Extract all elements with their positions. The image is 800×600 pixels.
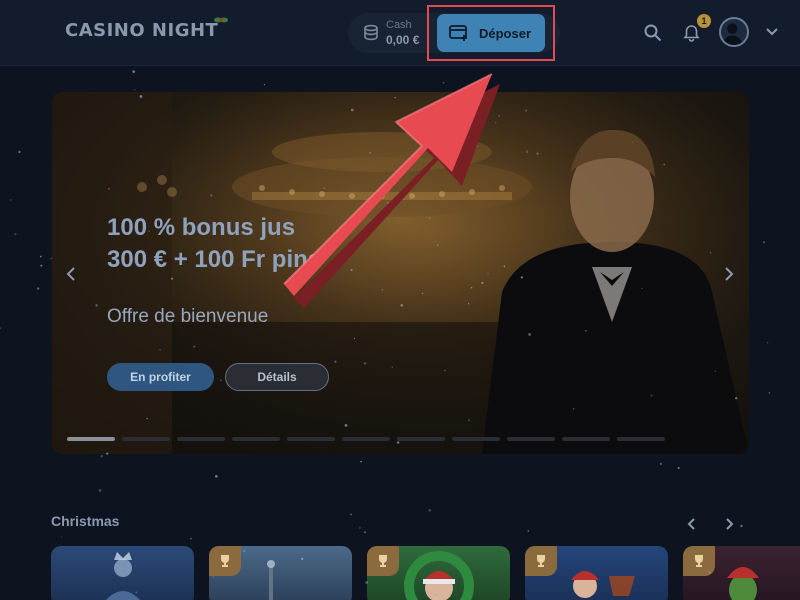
carousel-next-arrow[interactable] (724, 266, 734, 282)
snow-speck (768, 392, 771, 394)
carousel-indicators (67, 437, 727, 441)
trophy-badge (209, 546, 241, 576)
carousel-dot[interactable] (562, 437, 610, 441)
deposit-label: Déposer (479, 25, 532, 41)
game-card-row (0, 546, 800, 600)
carousel-dot[interactable] (122, 437, 170, 441)
carousel-dot[interactable] (67, 437, 115, 441)
snow-speck (263, 83, 266, 86)
annotation-arrow-icon (283, 73, 500, 308)
snow-speck (428, 509, 431, 512)
trophy-badge (525, 546, 557, 576)
carousel-dot[interactable] (177, 437, 225, 441)
chevron-down-icon[interactable] (766, 27, 778, 37)
claim-offer-button[interactable]: En profiter (107, 363, 214, 391)
carousel-dot[interactable] (287, 437, 335, 441)
snow-speck (40, 264, 43, 267)
snow-speck (0, 327, 2, 330)
game-thumbnail (105, 552, 141, 600)
casino-night-logo[interactable]: CASINO NIGHT (65, 17, 229, 41)
section-prev-arrow[interactable] (687, 518, 697, 530)
carousel-dot[interactable] (232, 437, 280, 441)
snow-speck (763, 241, 766, 244)
carousel-prev-arrow[interactable] (66, 266, 76, 282)
hero-subtitle: Offre de bienvenue (107, 306, 269, 327)
snow-speck (39, 255, 42, 258)
snow-speck (132, 70, 135, 73)
trophy-icon (379, 555, 387, 567)
snow-speck (363, 531, 367, 534)
trophy-badge (683, 546, 715, 576)
game-card-christmas-tree[interactable] (209, 546, 352, 600)
snow-speck (98, 489, 102, 492)
user-silhouette-icon (721, 23, 743, 45)
snow-speck (61, 536, 63, 538)
game-card-ice-queen[interactable] (51, 546, 194, 600)
deposit-button[interactable]: Déposer (437, 14, 545, 52)
wallet-amount: 0,00 € (386, 33, 420, 47)
trophy-icon (221, 555, 229, 567)
snow-speck (10, 199, 12, 201)
snow-speck (766, 342, 769, 344)
carousel-dot[interactable] (617, 437, 665, 441)
trophy-icon (537, 555, 545, 567)
carousel-dot[interactable] (342, 437, 390, 441)
snow-speck (360, 460, 362, 463)
snow-speck (358, 526, 361, 529)
search-icon[interactable] (644, 24, 662, 42)
section-title-christmas: Christmas (51, 513, 120, 529)
snow-speck (18, 150, 21, 154)
holly-icon (214, 17, 229, 23)
snow-speck (36, 287, 40, 290)
snow-speck (100, 454, 104, 458)
logo-text: CASINO NIGHT (65, 20, 219, 41)
bell-icon[interactable] (683, 24, 700, 42)
snow-speck (14, 233, 17, 236)
card-plus-icon (449, 25, 467, 41)
wallet-label: Cash (386, 19, 412, 31)
notification-badge: 1 (697, 14, 711, 28)
game-card-grinch[interactable] (683, 546, 800, 600)
avatar[interactable] (719, 17, 749, 47)
snow-speck (740, 524, 743, 528)
coins-icon (364, 24, 378, 41)
carousel-dot[interactable] (452, 437, 500, 441)
trophy-icon (695, 555, 703, 567)
snow-speck (659, 462, 662, 465)
details-button[interactable]: Détails (225, 363, 329, 391)
carousel-dot[interactable] (507, 437, 555, 441)
trophy-badge (367, 546, 399, 576)
snow-speck (350, 513, 353, 516)
game-card-santa-wreath[interactable] (367, 546, 510, 600)
section-next-arrow[interactable] (724, 518, 734, 530)
snow-speck (527, 530, 530, 532)
snow-speck (215, 475, 218, 478)
snow-speck (677, 466, 680, 470)
top-header: CASINO NIGHT Cash 0,00 € Déposer 1 (0, 0, 800, 66)
carousel-dot[interactable] (397, 437, 445, 441)
game-card-santa-sleigh[interactable] (525, 546, 668, 600)
snow-speck (134, 89, 136, 91)
snow-speck (189, 537, 192, 540)
